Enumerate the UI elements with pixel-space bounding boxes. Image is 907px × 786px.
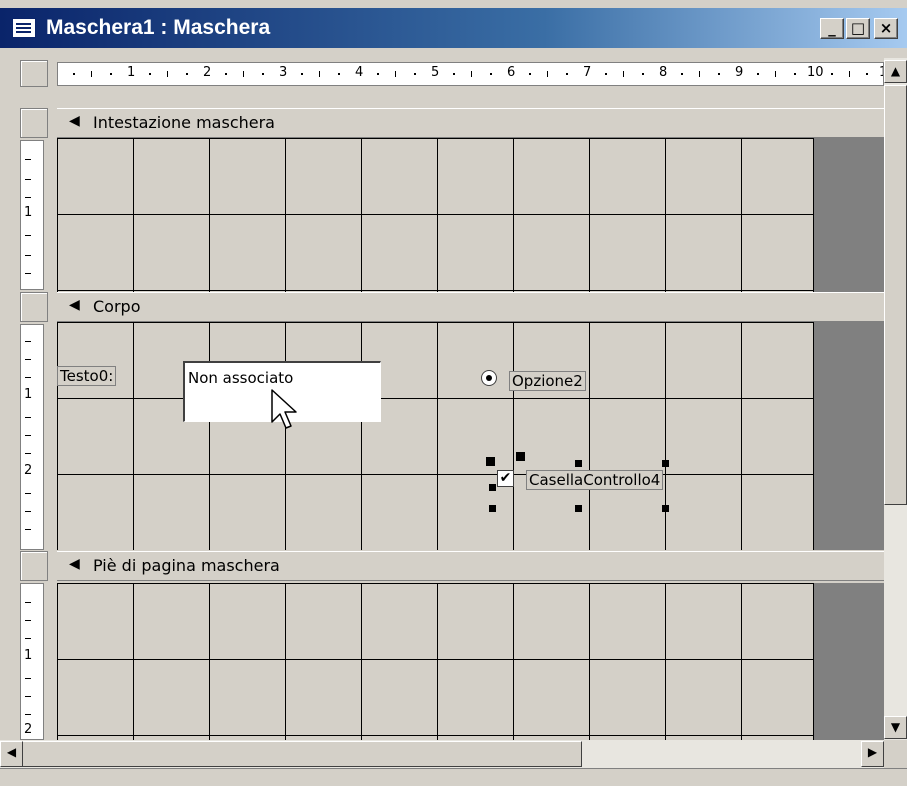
ruler-number: 5 <box>431 65 440 80</box>
section-header-pie-di-pagina[interactable]: ◀ Piè di pagina maschera <box>57 551 884 581</box>
outside-area <box>814 322 884 550</box>
resize-handle[interactable] <box>489 484 496 491</box>
checkbox-control[interactable]: ✔ <box>497 470 514 487</box>
minimize-button[interactable]: _ <box>820 18 844 39</box>
ruler-number: 3 <box>279 65 288 80</box>
ruler-number: 2 <box>24 463 33 478</box>
resize-handle[interactable] <box>662 505 669 512</box>
section-label: Corpo <box>93 297 141 316</box>
resize-handle[interactable] <box>575 505 582 512</box>
ruler-number: 9 <box>735 65 744 80</box>
label-testo0[interactable]: Testo0: <box>57 366 117 386</box>
section-arrow-icon: ◀ <box>69 297 80 313</box>
grid-footer[interactable] <box>57 583 814 740</box>
ruler-number: 7 <box>583 65 592 80</box>
horizontal-scroll-thumb[interactable] <box>22 741 582 767</box>
move-handle[interactable] <box>486 457 495 466</box>
grid-header[interactable] <box>57 138 814 292</box>
label-casellacontrollo4[interactable]: CasellaControllo4 <box>526 470 664 490</box>
close-button[interactable]: × <box>874 18 898 39</box>
ruler-number: 2 <box>203 65 212 80</box>
ruler-number: 8 <box>659 65 668 80</box>
vertical-scroll-thumb[interactable] <box>884 85 907 505</box>
form-icon[interactable] <box>12 18 36 38</box>
ruler-number: 1 <box>127 65 136 80</box>
ruler-number: 1 <box>24 205 33 220</box>
option-button[interactable] <box>481 370 497 386</box>
section-header-corpo[interactable]: ◀ Corpo <box>57 292 884 322</box>
section-arrow-icon: ◀ <box>69 113 80 129</box>
textbox-value: Non associato <box>188 369 294 387</box>
move-handle[interactable] <box>516 452 525 461</box>
resize-handle[interactable] <box>662 460 669 467</box>
ruler-number: 2 <box>24 722 33 737</box>
window-bottom-edge <box>0 768 907 786</box>
label-opzione2[interactable]: Opzione2 <box>509 371 586 391</box>
outside-area <box>814 138 884 292</box>
section-label: Intestazione maschera <box>93 113 275 132</box>
ruler-number: 10 <box>807 65 824 80</box>
section-arrow-icon: ◀ <box>69 556 80 572</box>
ruler-number: 1 <box>24 387 33 402</box>
horizontal-ruler[interactable]: 1 2 3 4 5 6 7 8 9 10 1 <box>57 62 884 86</box>
section-selector-header[interactable] <box>20 108 48 138</box>
vertical-ruler-body[interactable]: 1 2 <box>20 324 44 550</box>
vertical-ruler-footer[interactable]: 1 2 <box>20 583 44 740</box>
ruler-number: 1 <box>24 648 33 663</box>
title-bar[interactable]: Maschera1 : Maschera _ □ × <box>0 8 907 48</box>
mouse-cursor-icon <box>271 389 297 429</box>
form-selector[interactable] <box>20 60 48 87</box>
section-selector-footer[interactable] <box>20 551 48 581</box>
section-label: Piè di pagina maschera <box>93 556 280 575</box>
vertical-ruler-header[interactable]: 1 <box>20 140 44 290</box>
grid-body[interactable] <box>57 322 814 550</box>
scroll-left-button[interactable]: ◀ <box>0 741 23 767</box>
outside-area <box>814 583 884 740</box>
scroll-up-button[interactable]: ▲ <box>884 60 907 83</box>
resize-handle[interactable] <box>489 505 496 512</box>
ruler-number: 6 <box>507 65 516 80</box>
window-title: Maschera1 : Maschera <box>46 16 271 39</box>
resize-handle[interactable] <box>575 460 582 467</box>
maximize-button[interactable]: □ <box>846 18 870 39</box>
ruler-number: 4 <box>355 65 364 80</box>
size-grip[interactable] <box>884 740 907 768</box>
section-selector-body[interactable] <box>20 292 48 322</box>
scroll-right-button[interactable]: ▶ <box>861 741 884 767</box>
section-header-intestazione[interactable]: ◀ Intestazione maschera <box>57 108 884 138</box>
scroll-down-button[interactable]: ▼ <box>884 716 907 739</box>
